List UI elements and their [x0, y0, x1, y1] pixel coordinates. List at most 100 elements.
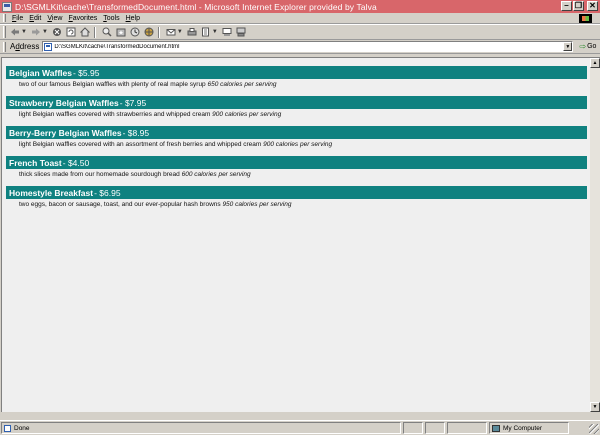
- print-icon: [187, 28, 197, 36]
- refresh-icon: [66, 27, 76, 37]
- mail-button[interactable]: ▼: [166, 26, 183, 38]
- windows-logo-icon: [579, 14, 592, 23]
- menu-item-price: - $8.95: [122, 127, 150, 138]
- addressbar-grip[interactable]: [3, 41, 6, 52]
- edit-button[interactable]: ▼: [201, 26, 218, 38]
- title-bar[interactable]: D:\SGMLKit\cache\TransformedDocument.htm…: [0, 0, 600, 13]
- discuss-button[interactable]: [222, 26, 232, 38]
- menu-item-calories: 650 calories per serving: [207, 81, 277, 88]
- document-icon: [2, 1, 12, 12]
- menu-item-description: two of our famous Belgian waffles with p…: [19, 81, 277, 88]
- back-arrow-icon: [11, 28, 19, 36]
- history-button[interactable]: [130, 26, 140, 38]
- go-label: Go: [587, 43, 597, 50]
- security-zone: My Computer: [489, 422, 569, 434]
- status-panel-offline: [447, 422, 487, 434]
- search-icon: [102, 27, 112, 37]
- page-content: Belgian Waffles - $5.95 two of our famou…: [1, 57, 590, 412]
- menu-item-calories: 950 calories per serving: [222, 201, 292, 208]
- address-field[interactable]: ▼: [42, 41, 574, 52]
- go-button[interactable]: ⇨ Go: [579, 42, 596, 51]
- toolbar-grip[interactable]: [3, 26, 6, 38]
- menu-view[interactable]: View: [47, 15, 62, 22]
- home-button[interactable]: [79, 26, 90, 38]
- forward-button[interactable]: ▼: [31, 26, 48, 38]
- status-bar: Done My Computer: [0, 420, 600, 435]
- menu-favorites[interactable]: Favorites: [68, 15, 97, 22]
- vertical-scrollbar[interactable]: ▲ ▼: [590, 57, 600, 412]
- maximize-button[interactable]: ❐: [573, 1, 584, 11]
- address-label: Address: [10, 42, 40, 51]
- channels-icon: [144, 27, 154, 37]
- menu-item-calories: 900 calories per serving: [212, 111, 282, 118]
- edit-dropdown-icon[interactable]: ▼: [212, 29, 218, 35]
- menu-item-homestyle-breakfast: Homestyle Breakfast - $6.95 two eggs, ba…: [6, 186, 587, 208]
- menu-bar: File Edit View Favorites Tools Help: [0, 13, 600, 24]
- status-text-panel: Done: [1, 422, 401, 434]
- menubar-grip[interactable]: [3, 14, 6, 22]
- resize-grip[interactable]: [589, 424, 599, 434]
- security-zone-label: My Computer: [503, 424, 543, 432]
- stop-button[interactable]: [52, 26, 62, 38]
- address-input[interactable]: [54, 43, 563, 50]
- status-panel-progress: [403, 422, 423, 434]
- address-bar: Address ▼ ⇨ Go: [0, 40, 600, 54]
- messenger-button[interactable]: [236, 26, 246, 38]
- menu-item-price: - $5.95: [72, 67, 100, 78]
- menu-item-belgian-waffles: Belgian Waffles - $5.95 two of our famou…: [6, 66, 587, 88]
- menu-item-header: Strawberry Belgian Waffles - $7.95: [6, 96, 587, 109]
- standard-toolbar: ▼ ▼ ▼ ▼: [0, 24, 600, 40]
- edit-icon: [201, 27, 209, 37]
- menu-item-header: Belgian Waffles - $5.95: [6, 66, 587, 79]
- menu-item-calories: 900 calories per serving: [263, 141, 333, 148]
- menu-item-name: French Toast: [9, 157, 62, 168]
- close-button[interactable]: ✕: [587, 1, 598, 11]
- go-arrow-icon: ⇨: [579, 42, 587, 51]
- mail-dropdown-icon[interactable]: ▼: [177, 29, 183, 35]
- menu-item-name: Belgian Waffles: [9, 67, 72, 78]
- address-dropdown-icon[interactable]: ▼: [563, 42, 573, 51]
- toolbar-separator: [157, 26, 160, 38]
- print-button[interactable]: [187, 26, 197, 38]
- home-icon: [79, 27, 90, 37]
- toolbar-separator: [93, 26, 96, 38]
- menu-item-description: light Belgian waffles covered with an as…: [19, 141, 333, 148]
- breakfast-menu: Belgian Waffles - $5.95 two of our famou…: [6, 66, 587, 216]
- refresh-button[interactable]: [66, 26, 76, 38]
- menu-tools[interactable]: Tools: [103, 15, 119, 22]
- messenger-icon: [236, 27, 246, 37]
- favorites-button[interactable]: [116, 26, 126, 38]
- mail-icon: [166, 29, 176, 36]
- status-panel-security: [425, 422, 445, 434]
- scroll-down-icon[interactable]: ▼: [590, 402, 600, 412]
- menu-item-name: Homestyle Breakfast: [9, 187, 94, 198]
- menu-item-header: French Toast - $4.50: [6, 156, 587, 169]
- minimize-button[interactable]: –: [561, 1, 572, 11]
- channels-button[interactable]: [144, 26, 154, 38]
- menu-edit[interactable]: Edit: [29, 15, 41, 22]
- menu-item-berry-berry-belgian-waffles: Berry-Berry Belgian Waffles - $8.95 ligh…: [6, 126, 587, 148]
- menu-help[interactable]: Help: [126, 15, 140, 22]
- scroll-up-icon[interactable]: ▲: [590, 58, 600, 68]
- forward-arrow-icon: [31, 28, 40, 36]
- page-icon: [44, 42, 53, 51]
- menu-item-name: Berry-Berry Belgian Waffles: [9, 127, 122, 138]
- search-button[interactable]: [102, 26, 112, 38]
- menu-item-description: light Belgian waffles covered with straw…: [19, 111, 282, 118]
- history-icon: [130, 27, 140, 37]
- menu-item-description: two eggs, bacon or sausage, toast, and o…: [19, 201, 292, 208]
- menu-item-strawberry-belgian-waffles: Strawberry Belgian Waffles - $7.95 light…: [6, 96, 587, 118]
- favorites-folder-icon: [116, 28, 126, 37]
- ie-page-icon: [4, 424, 11, 432]
- menu-file[interactable]: File: [12, 15, 23, 22]
- menu-item-price: - $7.95: [119, 97, 147, 108]
- menu-item-french-toast: French Toast - $4.50 thick slices made f…: [6, 156, 587, 178]
- menu-item-price: - $6.95: [94, 187, 121, 198]
- back-dropdown-icon[interactable]: ▼: [21, 29, 27, 35]
- window-title: D:\SGMLKit\cache\TransformedDocument.htm…: [15, 1, 377, 12]
- forward-dropdown-icon[interactable]: ▼: [42, 29, 48, 35]
- menu-item-name: Strawberry Belgian Waffles: [9, 97, 119, 108]
- menu-item-calories: 600 calories per serving: [181, 171, 251, 178]
- back-button[interactable]: ▼: [10, 26, 27, 38]
- menu-item-description: thick slices made from our homemade sour…: [19, 171, 251, 178]
